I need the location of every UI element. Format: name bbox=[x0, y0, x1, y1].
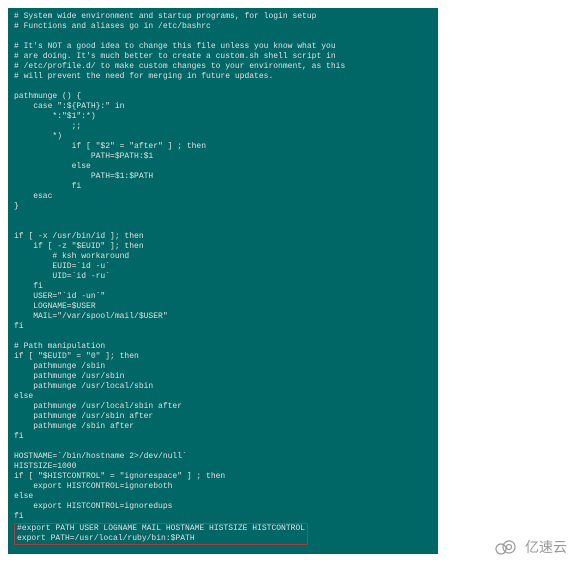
code-line bbox=[14, 82, 432, 92]
code-line: fi bbox=[14, 282, 432, 292]
code-line: PATH=$1:$PATH bbox=[14, 172, 432, 182]
code-line: MAIL="/var/spool/mail/$USER" bbox=[14, 312, 432, 322]
code-line: if [ "$EUID" = "0" ]; then bbox=[14, 352, 432, 362]
code-line: fi bbox=[14, 512, 432, 522]
code-line: if [ -z "$EUID" ]; then bbox=[14, 242, 432, 252]
code-line: pathmunge /sbin bbox=[14, 362, 432, 372]
code-line bbox=[14, 332, 432, 342]
code-line: # Path manipulation bbox=[14, 342, 432, 352]
code-line: pathmunge /usr/local/sbin bbox=[14, 382, 432, 392]
cloud-icon bbox=[493, 539, 519, 555]
code-line: HOSTNAME=`/bin/hostname 2>/dev/null` bbox=[14, 452, 432, 462]
code-line: } bbox=[14, 202, 432, 212]
watermark-text: 亿速云 bbox=[525, 537, 567, 557]
code-line: pathmunge /usr/local/sbin after bbox=[14, 402, 432, 412]
code-line: UID=`id -ru` bbox=[14, 272, 432, 282]
code-line: # will prevent the need for merging in f… bbox=[14, 72, 432, 82]
code-line: *:"$1":*) bbox=[14, 112, 432, 122]
code-line: # are doing. It's much better to create … bbox=[14, 52, 432, 62]
code-line: PATH=$PATH:$1 bbox=[14, 152, 432, 162]
code-line: fi bbox=[14, 432, 432, 442]
code-line bbox=[14, 222, 432, 232]
code-line bbox=[14, 32, 432, 42]
code-line: if [ "$2" = "after" ] ; then bbox=[14, 142, 432, 152]
highlighted-code-block: #export PATH USER LOGNAME MAIL HOSTNAME … bbox=[14, 523, 308, 545]
code-line: EUID=`id -u` bbox=[14, 262, 432, 272]
code-line: else bbox=[14, 492, 432, 502]
code-line: pathmunge () { bbox=[14, 92, 432, 102]
code-line: HISTSIZE=1000 bbox=[14, 462, 432, 472]
code-line: pathmunge /sbin after bbox=[14, 422, 432, 432]
code-line: USER="`id -un`" bbox=[14, 292, 432, 302]
code-line: fi bbox=[14, 322, 432, 332]
code-line: export HISTCONTROL=ignoredups bbox=[14, 502, 432, 512]
code-line bbox=[14, 212, 432, 222]
code-line: pathmunge /usr/sbin bbox=[14, 372, 432, 382]
code-line: esac bbox=[14, 192, 432, 202]
code-block-before: # System wide environment and startup pr… bbox=[14, 12, 432, 522]
code-line: # System wide environment and startup pr… bbox=[14, 12, 432, 22]
code-line: ;; bbox=[14, 122, 432, 132]
code-line bbox=[14, 546, 432, 554]
terminal-window[interactable]: # System wide environment and startup pr… bbox=[8, 8, 438, 554]
code-line: else bbox=[14, 162, 432, 172]
code-line: if [ "$HISTCONTROL" = "ignorespace" ] ; … bbox=[14, 472, 432, 482]
code-line: # It's NOT a good idea to change this fi… bbox=[14, 42, 432, 52]
code-line: # ksh workaround bbox=[14, 252, 432, 262]
code-line: pathmunge /usr/sbin after bbox=[14, 412, 432, 422]
code-line: # /etc/profile.d/ to make custom changes… bbox=[14, 62, 432, 72]
code-line: export PATH=/usr/local/ruby/bin:$PATH bbox=[17, 534, 305, 544]
code-line: if [ -x /usr/bin/id ]; then bbox=[14, 232, 432, 242]
code-line: export HISTCONTROL=ignoreboth bbox=[14, 482, 432, 492]
code-line: LOGNAME=$USER bbox=[14, 302, 432, 312]
code-line: #export PATH USER LOGNAME MAIL HOSTNAME … bbox=[17, 524, 305, 534]
watermark: 亿速云 bbox=[493, 537, 567, 557]
code-block-after: # By default, we want umask to get set. … bbox=[14, 546, 432, 554]
code-line: # Functions and aliases go in /etc/bashr… bbox=[14, 22, 432, 32]
code-line: *) bbox=[14, 132, 432, 142]
code-line: else bbox=[14, 392, 432, 402]
code-line: case ":${PATH}:" in bbox=[14, 102, 432, 112]
code-line: fi bbox=[14, 182, 432, 192]
code-line bbox=[14, 442, 432, 452]
